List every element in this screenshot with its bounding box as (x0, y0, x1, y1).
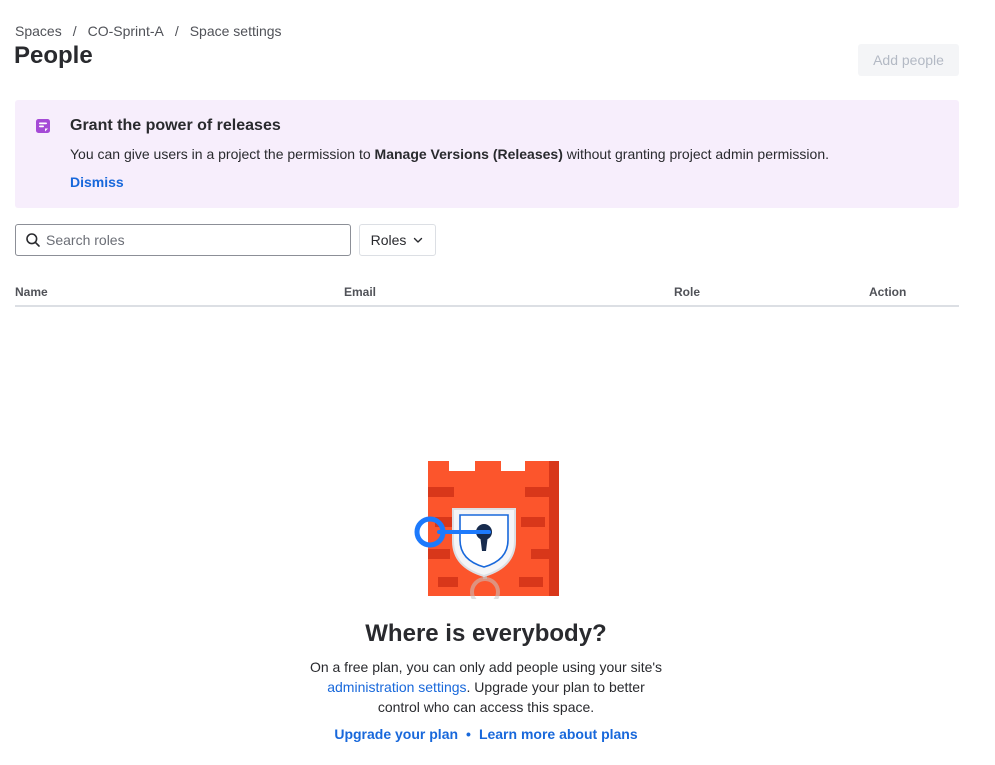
breadcrumb-spaces[interactable]: Spaces (15, 23, 62, 39)
breadcrumb-separator: / (174, 23, 179, 39)
dismiss-link[interactable]: Dismiss (70, 174, 124, 190)
banner-body-text: You can give users in a project the perm… (70, 146, 375, 162)
upgrade-plan-link[interactable]: Upgrade your plan (334, 726, 458, 742)
breadcrumb: Spaces / CO-Sprint-A / Space settings (15, 23, 282, 39)
add-people-button[interactable]: Add people (858, 44, 959, 76)
banner-body-emphasis: Manage Versions (Releases) (374, 146, 563, 162)
release-note-icon (35, 118, 51, 134)
empty-state-title: Where is everybody? (365, 620, 607, 647)
breadcrumb-separator: / (72, 23, 77, 39)
column-header-action: Action (869, 285, 907, 299)
search-icon (25, 232, 41, 248)
breadcrumb-space[interactable]: CO-Sprint-A (88, 23, 164, 39)
column-header-role[interactable]: Role (674, 285, 700, 299)
info-banner: Grant the power of releases You can give… (15, 100, 959, 208)
separator-dot: • (466, 726, 471, 742)
page-title: People (14, 42, 93, 69)
banner-body: You can give users in a project the perm… (70, 146, 829, 162)
empty-state-description: On a free plan, you can only add people … (306, 657, 666, 717)
roles-filter-button[interactable]: Roles (359, 224, 436, 256)
column-header-email[interactable]: Email (344, 285, 376, 299)
roles-filter-label: Roles (370, 232, 407, 248)
table-header: Name Email Role Action (15, 283, 959, 307)
breadcrumb-space-settings[interactable]: Space settings (190, 23, 282, 39)
empty-state-text: On a free plan, you can only add people … (309, 659, 663, 675)
search-roles-field[interactable] (15, 224, 351, 256)
locked-castle-illustration (413, 459, 563, 607)
learn-more-plans-link[interactable]: Learn more about plans (479, 726, 638, 742)
column-header-name[interactable]: Name (15, 285, 48, 299)
banner-title: Grant the power of releases (70, 117, 281, 134)
administration-settings-link[interactable]: administration settings (327, 679, 466, 695)
empty-state-actions: Upgrade your plan • Learn more about plans (0, 726, 972, 742)
chevron-down-icon (414, 237, 423, 243)
search-roles-input[interactable] (46, 225, 342, 255)
banner-body-text: without granting project admin permissio… (562, 146, 829, 162)
